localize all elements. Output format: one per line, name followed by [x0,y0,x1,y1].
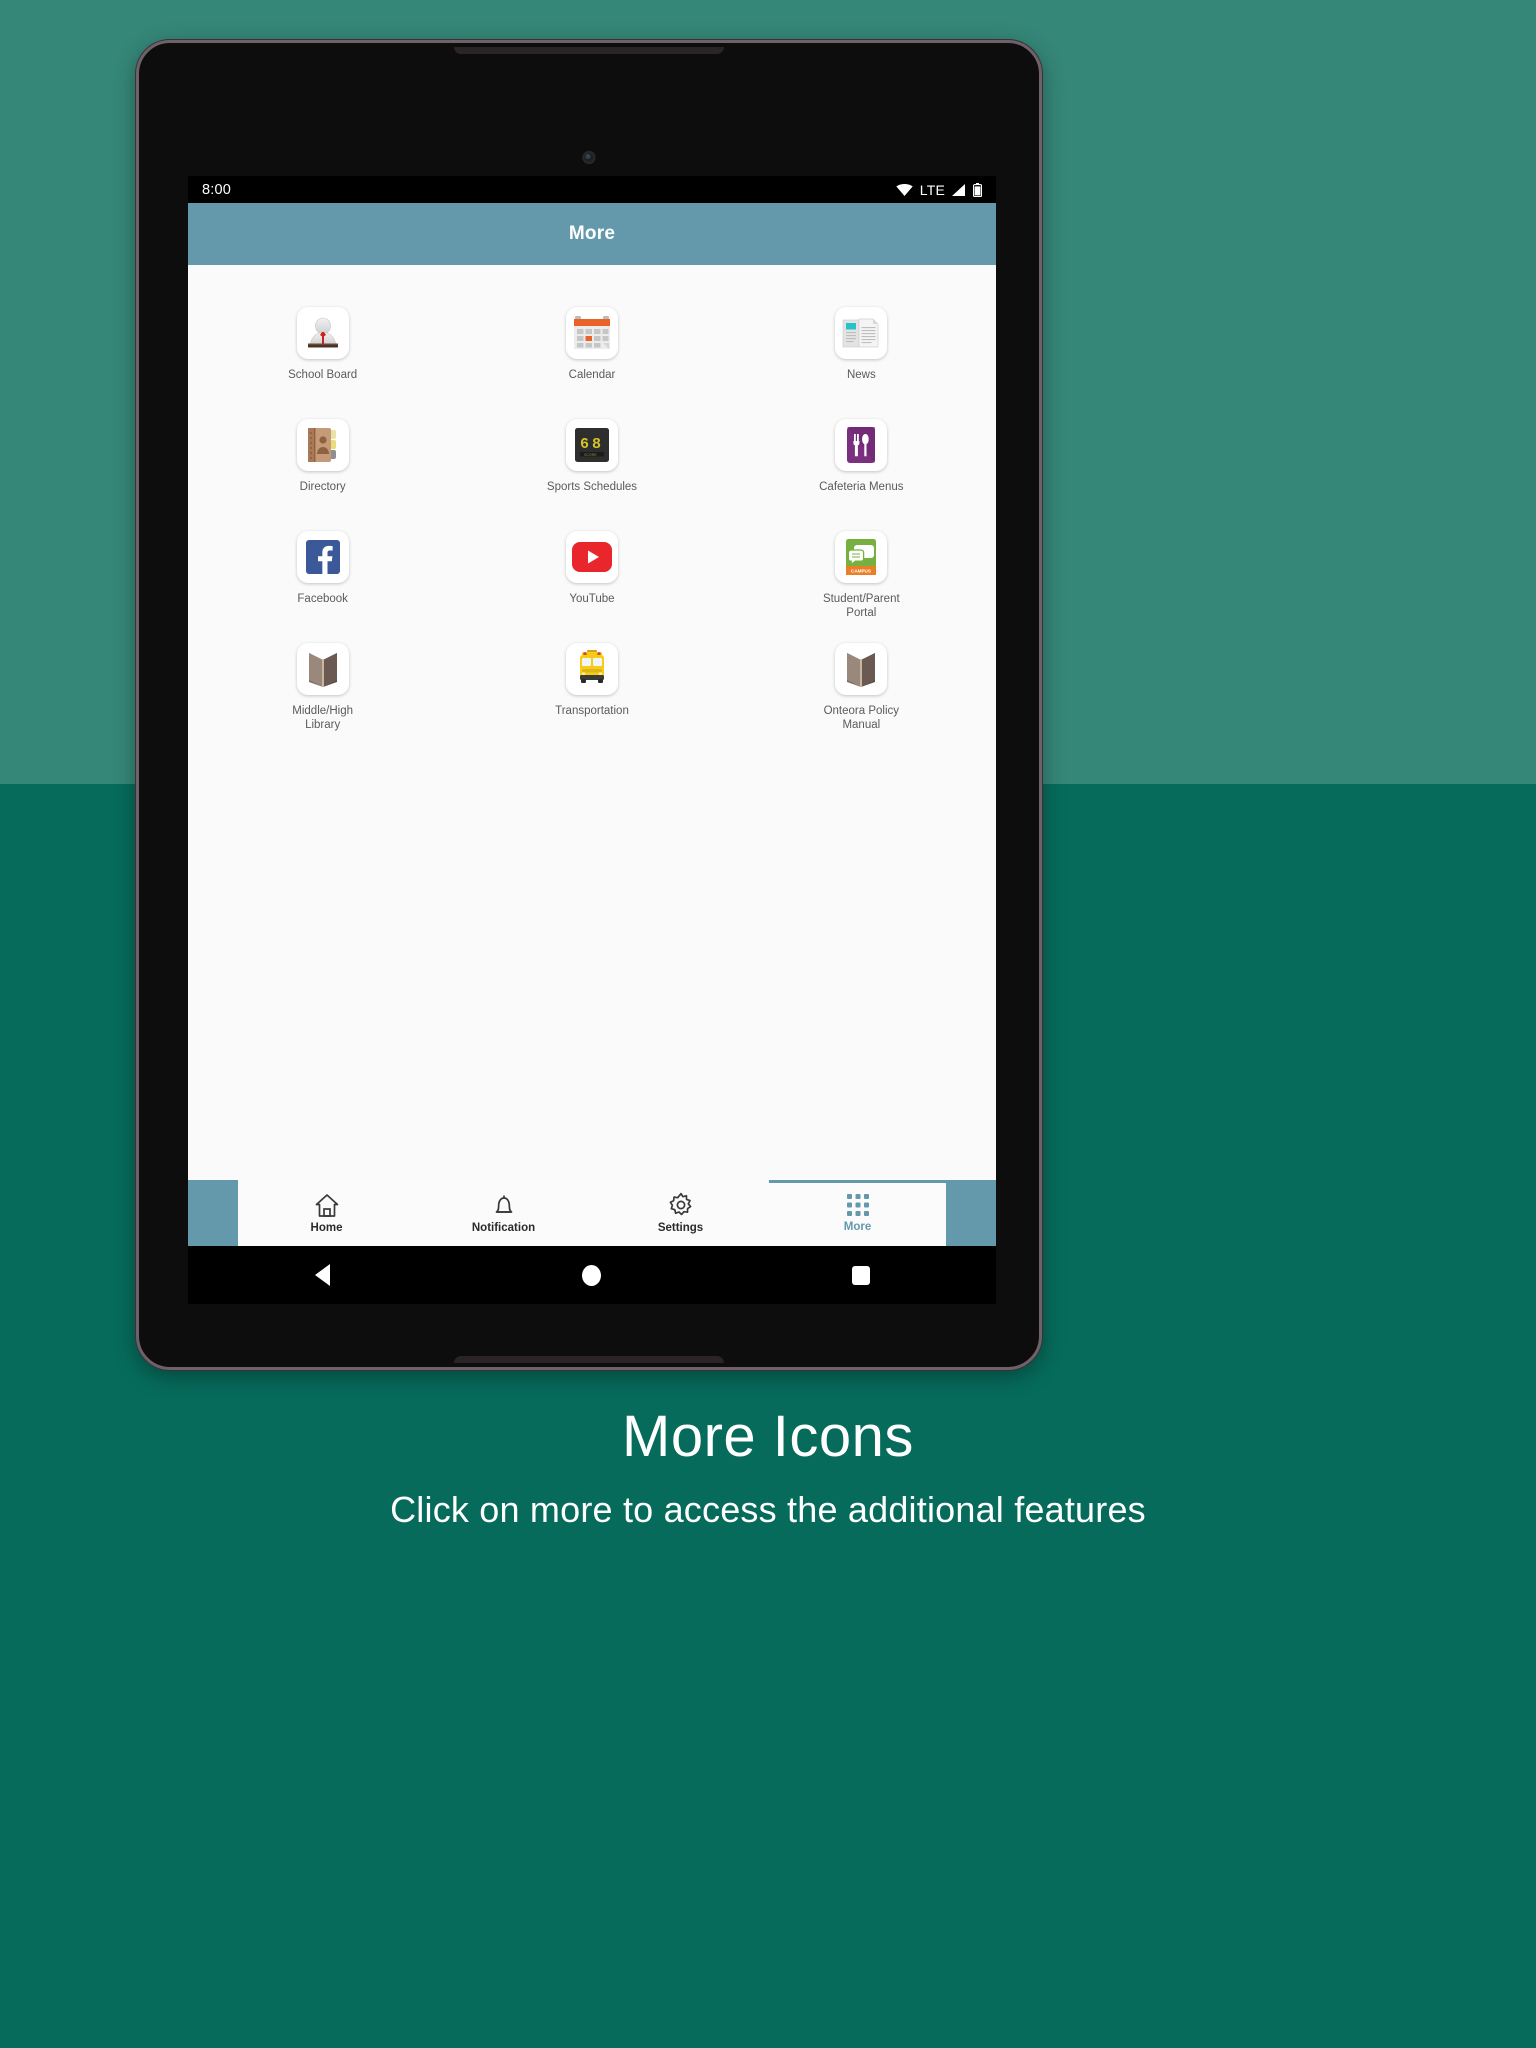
home-icon [314,1193,340,1218]
android-recents-button[interactable] [727,1265,996,1285]
grid-item-label: News [846,369,876,381]
grid-icon [846,1193,870,1217]
page-title: More [568,223,616,244]
icon-grid: School Board Calendar News Directory 6 8… [188,265,996,1180]
grid-item-label: Facebook [297,593,348,605]
device-speaker-top [454,47,724,54]
android-back-button[interactable] [188,1264,457,1286]
android-navigation-bar [188,1246,996,1304]
wifi-icon [896,183,913,196]
school-board-icon [296,307,349,359]
tab-more[interactable]: More [769,1180,946,1246]
cutlery-icon [835,419,888,471]
tab-label: Home [310,1221,343,1234]
grid-item-transportation[interactable]: Transportation [457,629,726,741]
school-bus-icon [565,643,618,695]
android-home-button[interactable] [457,1264,726,1286]
home-circle-icon [582,1264,602,1286]
bottom-tab-bar-background: Home Notification Settings More [188,1180,996,1246]
open-book-icon [835,643,888,695]
grid-item-onteora-policy-manual[interactable]: Onteora Policy Manual [727,629,996,741]
grid-item-calendar[interactable]: Calendar [457,293,726,405]
grid-item-facebook[interactable]: Facebook [188,517,457,629]
grid-item-label: School Board [288,369,358,381]
svg-text:8: 8 [592,436,601,453]
caption-title: More Icons [622,1404,914,1469]
grid-item-student-parent-portal[interactable]: CAMPUS Student/Parent Portal [727,517,996,629]
grid-item-sports-schedules[interactable]: 68 SCORE Sports Schedules [457,405,726,517]
svg-text:SCORE: SCORE [584,453,597,457]
status-time: 8:00 [202,181,232,198]
bell-icon [492,1193,516,1218]
grid-item-news[interactable]: News [727,293,996,405]
tab-label: Settings [657,1222,704,1234]
grid-item-youtube[interactable]: YouTube [457,517,726,629]
grid-item-label: Onteora Policy Manual [823,705,900,732]
recents-square-icon [852,1265,871,1285]
battery-icon [973,182,982,197]
svg-text:CAMPUS: CAMPUS [851,568,871,573]
network-type-label: LTE [919,181,945,198]
grid-item-middle-high-library[interactable]: Middle/High Library [188,629,457,741]
open-book-icon [296,643,349,695]
grid-row: Middle/High Library Transportation Onteo… [188,629,996,741]
device-speaker-bottom [454,1356,724,1363]
front-camera [582,151,596,164]
grid-item-label: Student/Parent Portal [822,593,900,620]
caption-subtitle: Click on more to access the additional f… [390,1488,1146,1530]
grid-item-school-board[interactable]: School Board [188,293,457,405]
grid-item-label: Directory [299,481,346,493]
grid-row: School Board Calendar News [188,293,996,405]
grid-item-label: Cafeteria Menus [819,481,904,493]
grid-item-label: Middle/High Library [292,705,354,732]
status-bar: 8:00 LTE [188,176,996,203]
news-icon [835,307,888,359]
grid-item-label: Calendar [568,369,616,381]
app-bar: More [188,203,996,265]
tab-notification[interactable]: Notification [415,1180,592,1246]
grid-item-directory[interactable]: Directory [188,405,457,517]
tab-label: Notification [471,1221,536,1234]
calendar-icon [565,307,618,359]
directory-icon [296,419,349,471]
app-screen: 8:00 LTE More School Board Calendar News… [188,176,996,1246]
signal-icon [952,183,966,196]
campus-portal-icon: CAMPUS [835,531,888,583]
youtube-icon [565,531,618,583]
tab-settings[interactable]: Settings [592,1180,769,1246]
back-triangle-icon [315,1264,331,1286]
scoreboard-icon: 68 SCORE [565,419,618,471]
caption-block: More Icons Click on more to access the a… [0,1404,1536,1531]
grid-row: Facebook YouTube CAMPUS Student/Parent P… [188,517,996,629]
grid-item-label: YouTube [569,593,615,605]
gear-icon [668,1192,694,1218]
grid-row: Directory 68 SCORE Sports Schedules Cafe… [188,405,996,517]
facebook-icon [296,531,349,583]
tab-label: More [843,1221,872,1233]
tab-home[interactable]: Home [238,1180,415,1246]
grid-item-cafeteria-menus[interactable]: Cafeteria Menus [727,405,996,517]
svg-text:6: 6 [580,436,589,453]
bottom-tab-bar: Home Notification Settings More [238,1180,946,1246]
tablet-device-frame: 8:00 LTE More School Board Calendar News… [136,40,1042,1370]
grid-item-label: Transportation [555,705,629,717]
grid-item-label: Sports Schedules [546,481,638,493]
